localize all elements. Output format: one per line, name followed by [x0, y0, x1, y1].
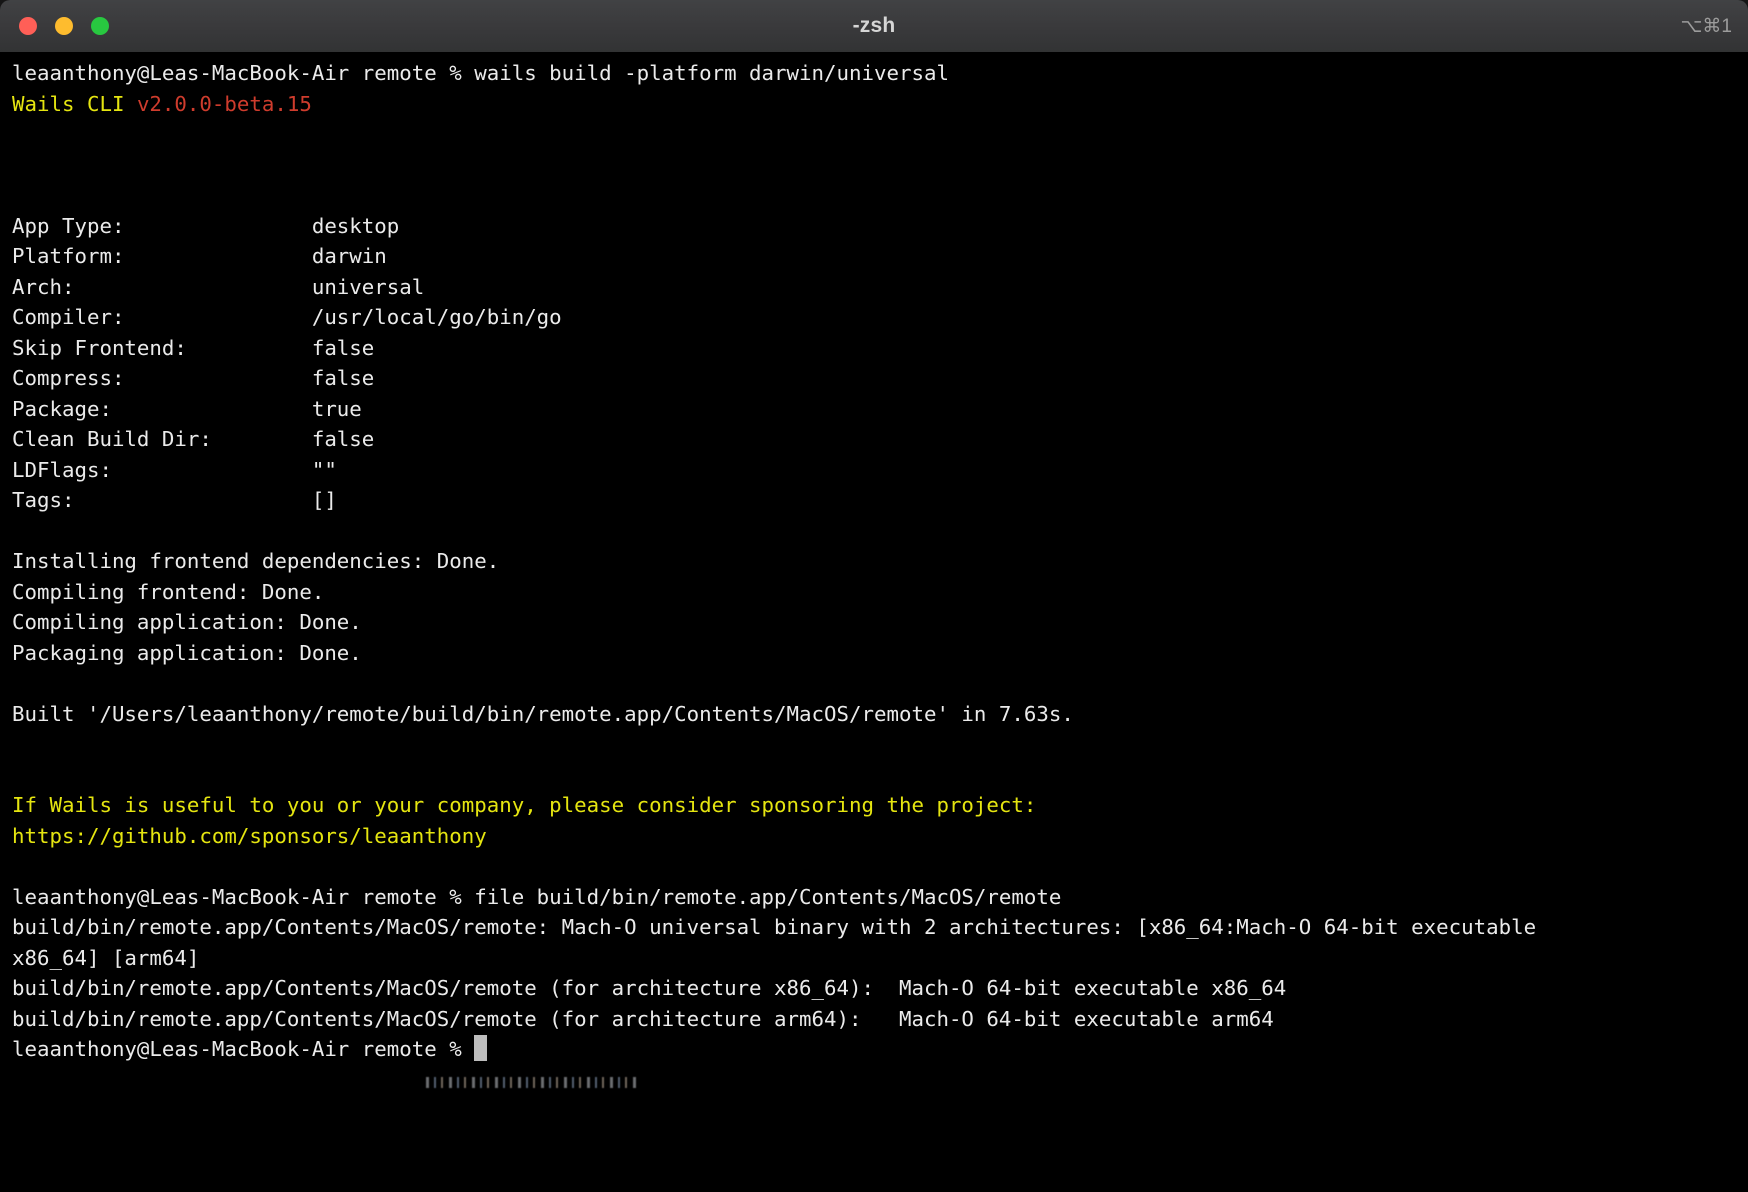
terminal-text-segment: If Wails is useful to you or your compan…	[12, 793, 1036, 817]
terminal-text-segment: Installing frontend dependencies: Done.	[12, 549, 499, 573]
terminal-line	[12, 516, 1736, 547]
terminal-text-segment: Clean Build Dir: false	[12, 427, 374, 451]
window-title: -zsh	[0, 0, 1748, 52]
traffic-lights	[19, 17, 109, 35]
terminal-text-segment: leaanthony@Leas-MacBook-Air remote % fil…	[12, 885, 1061, 909]
terminal-line: App Type: desktop	[12, 211, 1736, 242]
terminal-text-segment: Compiler: /usr/local/go/bin/go	[12, 305, 562, 329]
terminal-text-segment: Skip Frontend: false	[12, 336, 374, 360]
terminal-line	[12, 760, 1736, 791]
terminal-text-segment: leaanthony@Leas-MacBook-Air remote %	[12, 1037, 474, 1061]
terminal-line: Arch: universal	[12, 272, 1736, 303]
terminal-text-segment: Packaging application: Done.	[12, 641, 362, 665]
zoom-button[interactable]	[91, 17, 109, 35]
terminal-line: Packaging application: Done.	[12, 638, 1736, 669]
terminal-line: Compress: false	[12, 363, 1736, 394]
terminal-text-segment: Compress: false	[12, 366, 374, 390]
terminal-line	[12, 851, 1736, 882]
terminal-line: build/bin/remote.app/Contents/MacOS/remo…	[12, 912, 1736, 943]
terminal-text-segment: Arch: universal	[12, 275, 424, 299]
terminal-text-segment: x86_64] [arm64]	[12, 946, 199, 970]
terminal-line	[12, 150, 1736, 181]
terminal-text-segment: Compiling frontend: Done.	[12, 580, 324, 604]
close-button[interactable]	[19, 17, 37, 35]
terminal-line: Platform: darwin	[12, 241, 1736, 272]
terminal-text-segment: Compiling application: Done.	[12, 610, 362, 634]
window-titlebar[interactable]: -zsh ⌥⌘1	[0, 0, 1748, 53]
terminal-line: LDFlags: ""	[12, 455, 1736, 486]
terminal-text-segment: Platform: darwin	[12, 244, 387, 268]
window-shortcut-badge: ⌥⌘1	[1681, 0, 1732, 52]
terminal-cursor	[474, 1035, 487, 1061]
terminal-text-segment: Wails CLI	[12, 92, 137, 116]
terminal-line: Compiler: /usr/local/go/bin/go	[12, 302, 1736, 333]
terminal-text-segment: https://github.com/sponsors/leaanthony	[12, 824, 487, 848]
terminal-text-segment: v2.0.0-beta.15	[137, 92, 312, 116]
terminal-line: leaanthony@Leas-MacBook-Air remote % wai…	[12, 58, 1736, 89]
terminal-text-segment: Package: true	[12, 397, 362, 421]
terminal-line	[12, 729, 1736, 760]
terminal-line: Package: true	[12, 394, 1736, 425]
terminal-text-segment: build/bin/remote.app/Contents/MacOS/remo…	[12, 1007, 1274, 1031]
terminal-line: If Wails is useful to you or your compan…	[12, 790, 1736, 821]
terminal-line: Compiling application: Done.	[12, 607, 1736, 638]
terminal-line: Built '/Users/leaanthony/remote/build/bi…	[12, 699, 1736, 730]
terminal-line: https://github.com/sponsors/leaanthony	[12, 821, 1736, 852]
terminal-line: Wails CLI v2.0.0-beta.15	[12, 89, 1736, 120]
terminal-text-segment: build/bin/remote.app/Contents/MacOS/remo…	[12, 976, 1286, 1000]
terminal-line: Installing frontend dependencies: Done.	[12, 546, 1736, 577]
terminal-text-segment: leaanthony@Leas-MacBook-Air remote % wai…	[12, 61, 949, 85]
terminal-line: Skip Frontend: false	[12, 333, 1736, 364]
terminal-line: Clean Build Dir: false	[12, 424, 1736, 455]
terminal-text-segment: LDFlags: ""	[12, 458, 337, 482]
terminal-line: Compiling frontend: Done.	[12, 577, 1736, 608]
terminal-line: leaanthony@Leas-MacBook-Air remote % fil…	[12, 882, 1736, 913]
terminal-screen[interactable]: leaanthony@Leas-MacBook-Air remote % wai…	[0, 53, 1748, 1065]
minimize-button[interactable]	[55, 17, 73, 35]
terminal-line	[12, 119, 1736, 150]
terminal-line: leaanthony@Leas-MacBook-Air remote %	[12, 1034, 1736, 1065]
terminal-line	[12, 668, 1736, 699]
terminal-window: -zsh ⌥⌘1 leaanthony@Leas-MacBook-Air rem…	[0, 0, 1748, 1192]
terminal-line: build/bin/remote.app/Contents/MacOS/remo…	[12, 973, 1736, 1004]
terminal-line: build/bin/remote.app/Contents/MacOS/remo…	[12, 1004, 1736, 1035]
terminal-text-segment: Built '/Users/leaanthony/remote/build/bi…	[12, 702, 1074, 726]
terminal-text-segment: build/bin/remote.app/Contents/MacOS/remo…	[12, 915, 1536, 939]
terminal-line: Tags: []	[12, 485, 1736, 516]
clipped-content-artifact	[426, 1077, 640, 1088]
terminal-text-segment: App Type: desktop	[12, 214, 399, 238]
terminal-line	[12, 180, 1736, 211]
terminal-line: x86_64] [arm64]	[12, 943, 1736, 974]
terminal-text-segment: Tags: []	[12, 488, 337, 512]
